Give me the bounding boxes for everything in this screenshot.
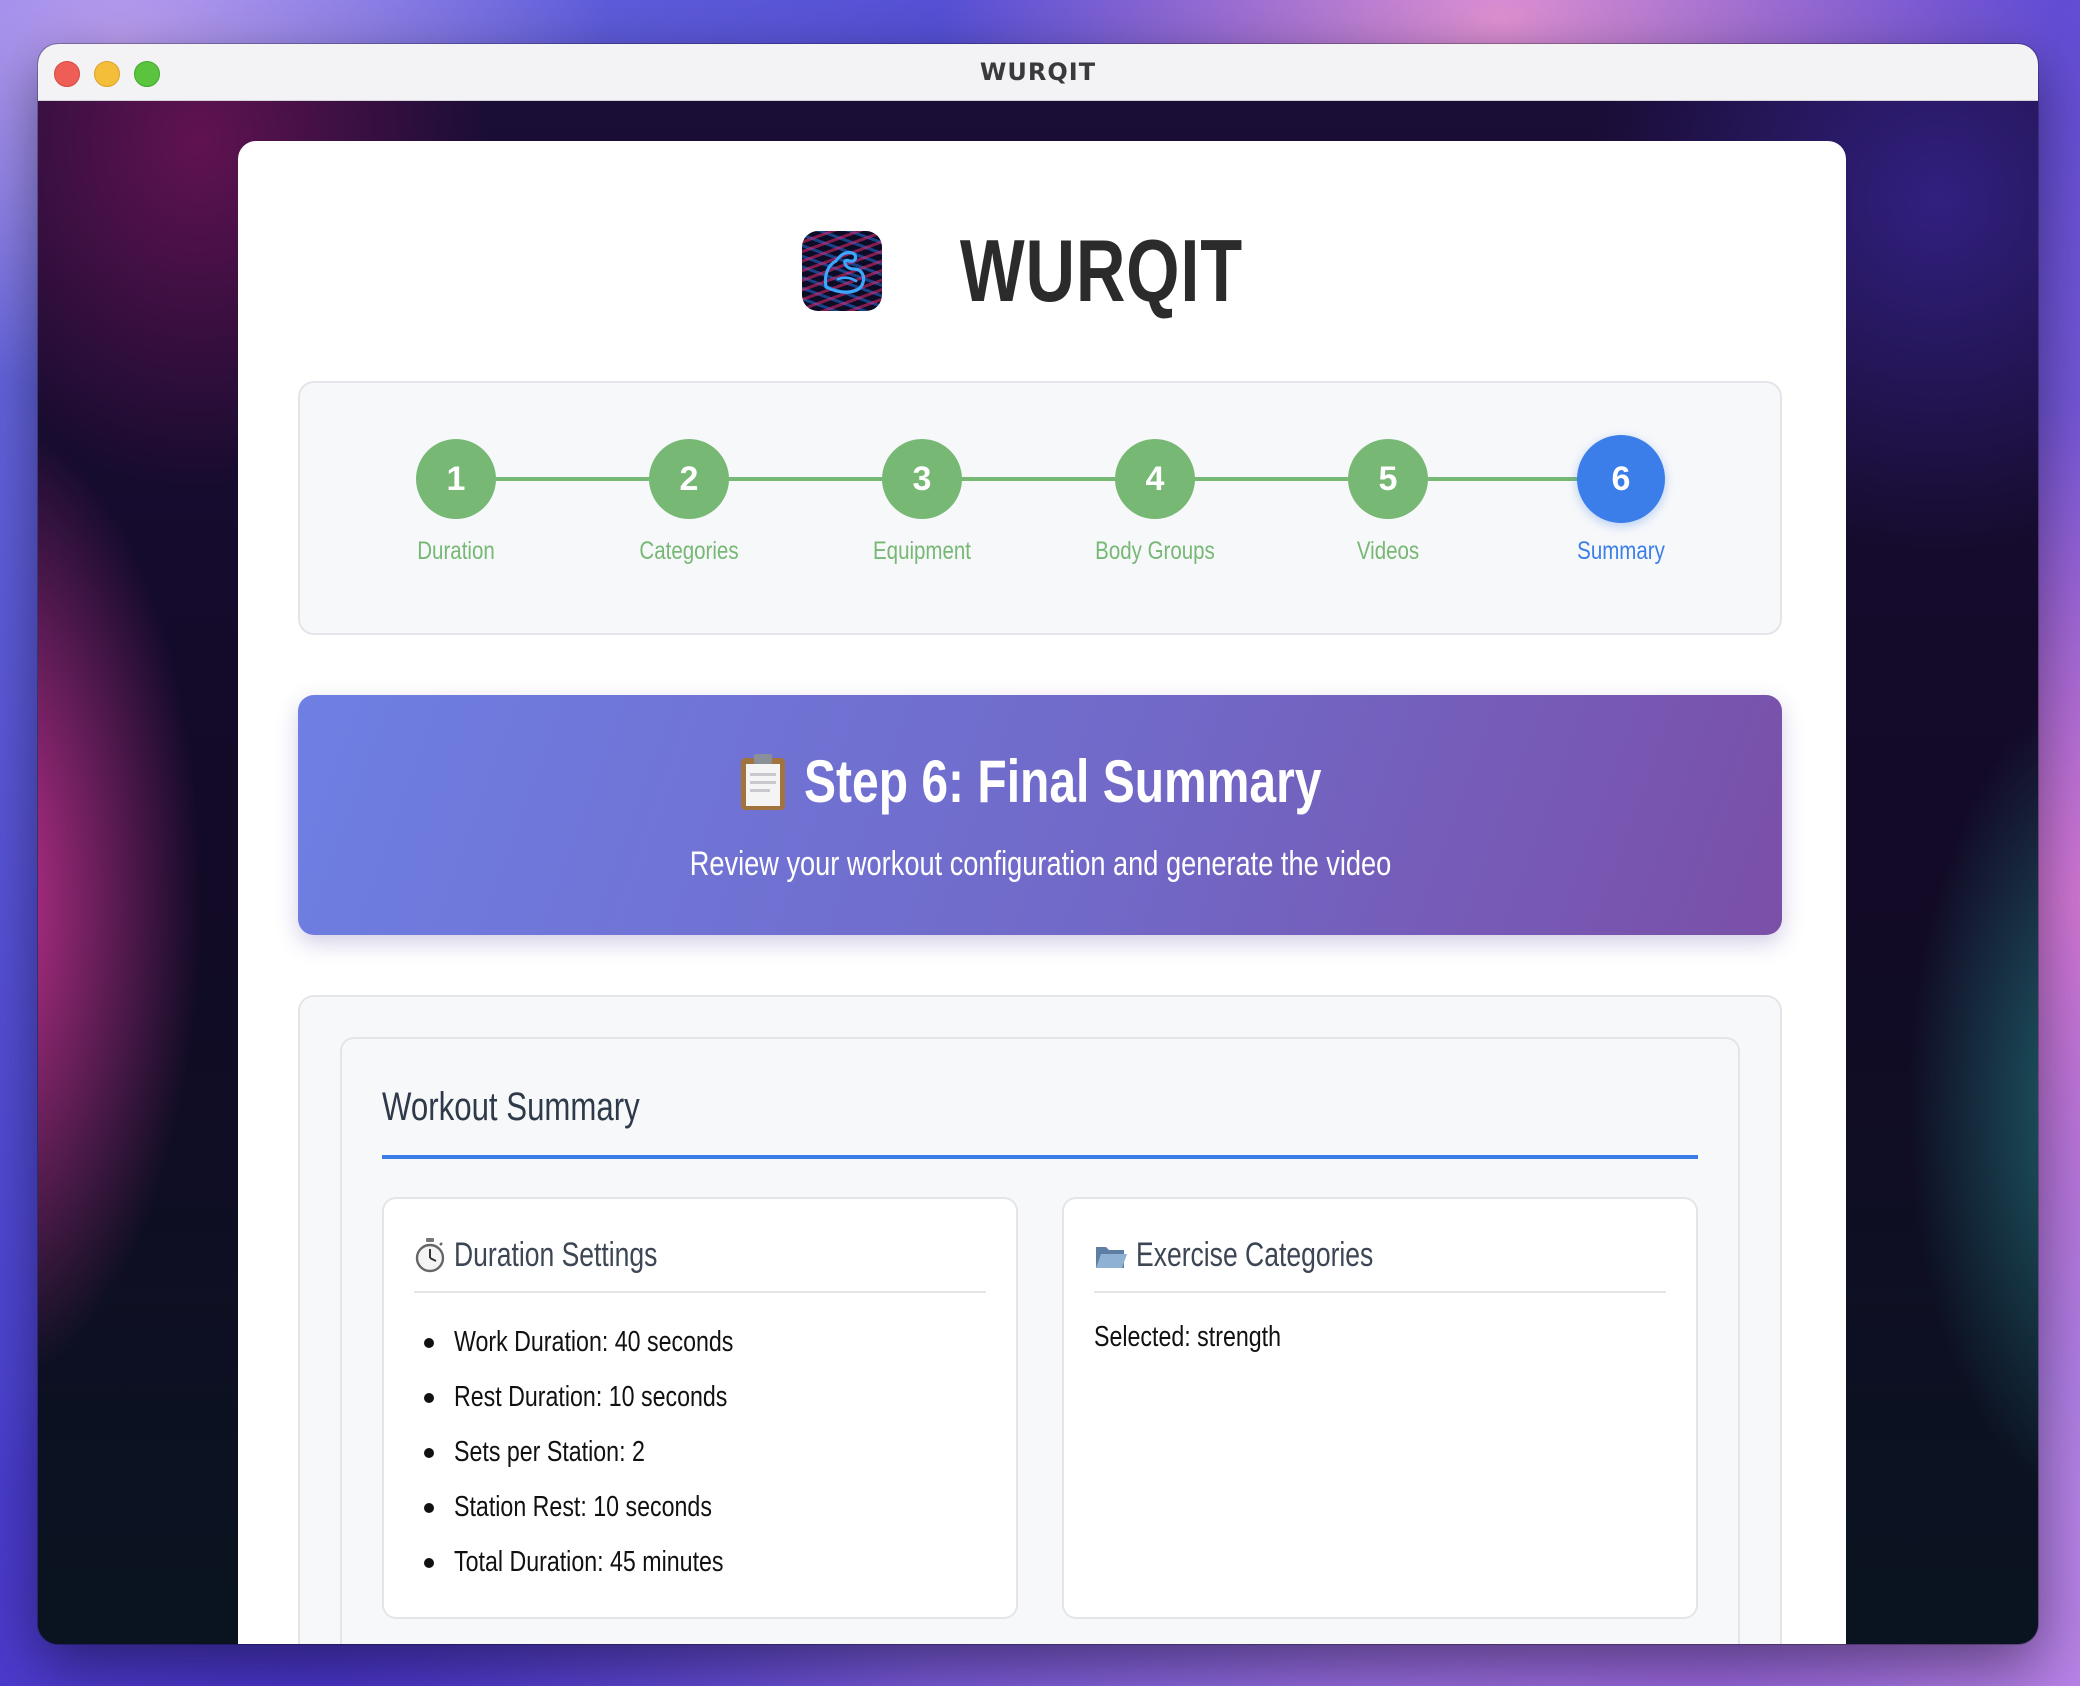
step-title: Step 6: Final Summary xyxy=(803,748,1322,815)
list-item: Station Rest: 10 seconds xyxy=(424,1480,803,1535)
clipboard-icon xyxy=(740,753,786,811)
workout-summary-card: Workout Summary Duration Settings Work D… xyxy=(340,1037,1740,1644)
step-number: 6 xyxy=(1577,435,1665,523)
selected-categories: Selected: strength xyxy=(1094,1321,1282,1353)
duration-settings-list: Work Duration: 40 seconds Rest Duration:… xyxy=(424,1315,803,1590)
close-window-button[interactable] xyxy=(54,61,80,87)
title-bar: WURQIT xyxy=(38,44,2038,101)
step-label: Body Groups xyxy=(1095,537,1215,565)
step-summary[interactable]: 6 Summary xyxy=(1531,435,1711,566)
step-title-row: Step 6: Final Summary xyxy=(298,747,1782,816)
step-label: Summary xyxy=(1577,537,1665,565)
step-videos[interactable]: 5 Videos xyxy=(1298,439,1478,566)
station-rest: Station Rest: 10 seconds xyxy=(454,1491,712,1523)
step-categories[interactable]: 2 Categories xyxy=(599,439,779,566)
exercise-categories-card: Exercise Categories Selected: strength xyxy=(1062,1197,1698,1619)
bullet xyxy=(424,1337,434,1348)
window-controls xyxy=(54,61,160,87)
list-item: Work Duration: 40 seconds xyxy=(424,1315,803,1370)
step-number: 3 xyxy=(882,439,962,519)
step-label: Videos xyxy=(1356,537,1420,565)
summary-panel: Workout Summary Duration Settings Work D… xyxy=(298,995,1782,1644)
work-duration: Work Duration: 40 seconds xyxy=(454,1326,734,1358)
minimize-window-button[interactable] xyxy=(94,61,120,87)
step-number: 4 xyxy=(1115,439,1195,519)
main-card: WURQIT 1 Duration 2 Categories 3 Equipme… xyxy=(238,141,1846,1644)
step-label: Equipment xyxy=(872,537,972,565)
workout-summary-title: Workout Summary xyxy=(382,1085,640,1129)
exercise-categories-header: Exercise Categories xyxy=(1094,1235,1666,1293)
app-window: WURQIT WURQIT 1 Duration 2 Categories 3 … xyxy=(38,44,2038,1644)
step-number: 1 xyxy=(416,439,496,519)
step-label: Duration xyxy=(417,537,495,565)
duration-settings-card: Duration Settings Work Duration: 40 seco… xyxy=(382,1197,1018,1619)
stopwatch-icon xyxy=(414,1235,446,1280)
step-equipment[interactable]: 3 Equipment xyxy=(832,439,1012,566)
step-subtitle-row: Review your workout configuration and ge… xyxy=(298,845,1782,884)
step-header-banner: Step 6: Final Summary Review your workou… xyxy=(298,695,1782,935)
maximize-window-button[interactable] xyxy=(134,61,160,87)
summary-divider xyxy=(382,1155,1698,1159)
total-duration: Total Duration: 45 minutes xyxy=(454,1546,724,1578)
step-label: Categories xyxy=(639,537,739,565)
bullet xyxy=(424,1557,434,1568)
duration-settings-header: Duration Settings xyxy=(414,1235,986,1293)
step-duration[interactable]: 1 Duration xyxy=(366,439,546,566)
sets-per-station: Sets per Station: 2 xyxy=(454,1436,645,1468)
folder-icon xyxy=(1094,1235,1128,1280)
bullet xyxy=(424,1392,434,1403)
list-item: Total Duration: 45 minutes xyxy=(424,1535,803,1590)
step-number: 2 xyxy=(649,439,729,519)
step-subtitle: Review your workout configuration and ge… xyxy=(689,845,1391,883)
flexed-arm-icon xyxy=(801,231,882,311)
list-item: Rest Duration: 10 seconds xyxy=(424,1370,803,1425)
rest-duration: Rest Duration: 10 seconds xyxy=(454,1381,728,1413)
app-name: WURQIT xyxy=(959,221,1243,320)
window-title: WURQIT xyxy=(979,58,1097,86)
step-body-groups[interactable]: 4 Body Groups xyxy=(1065,439,1245,566)
bullet xyxy=(424,1502,434,1513)
app-background: WURQIT 1 Duration 2 Categories 3 Equipme… xyxy=(38,101,2038,1644)
bullet xyxy=(424,1447,434,1458)
list-item: Sets per Station: 2 xyxy=(424,1425,803,1480)
app-header: WURQIT xyxy=(238,221,1846,321)
duration-settings-title: Duration Settings xyxy=(454,1236,658,1274)
step-progress: 1 Duration 2 Categories 3 Equipment 4 Bo… xyxy=(298,381,1782,635)
exercise-categories-title: Exercise Categories xyxy=(1136,1236,1374,1274)
step-number: 5 xyxy=(1348,439,1428,519)
